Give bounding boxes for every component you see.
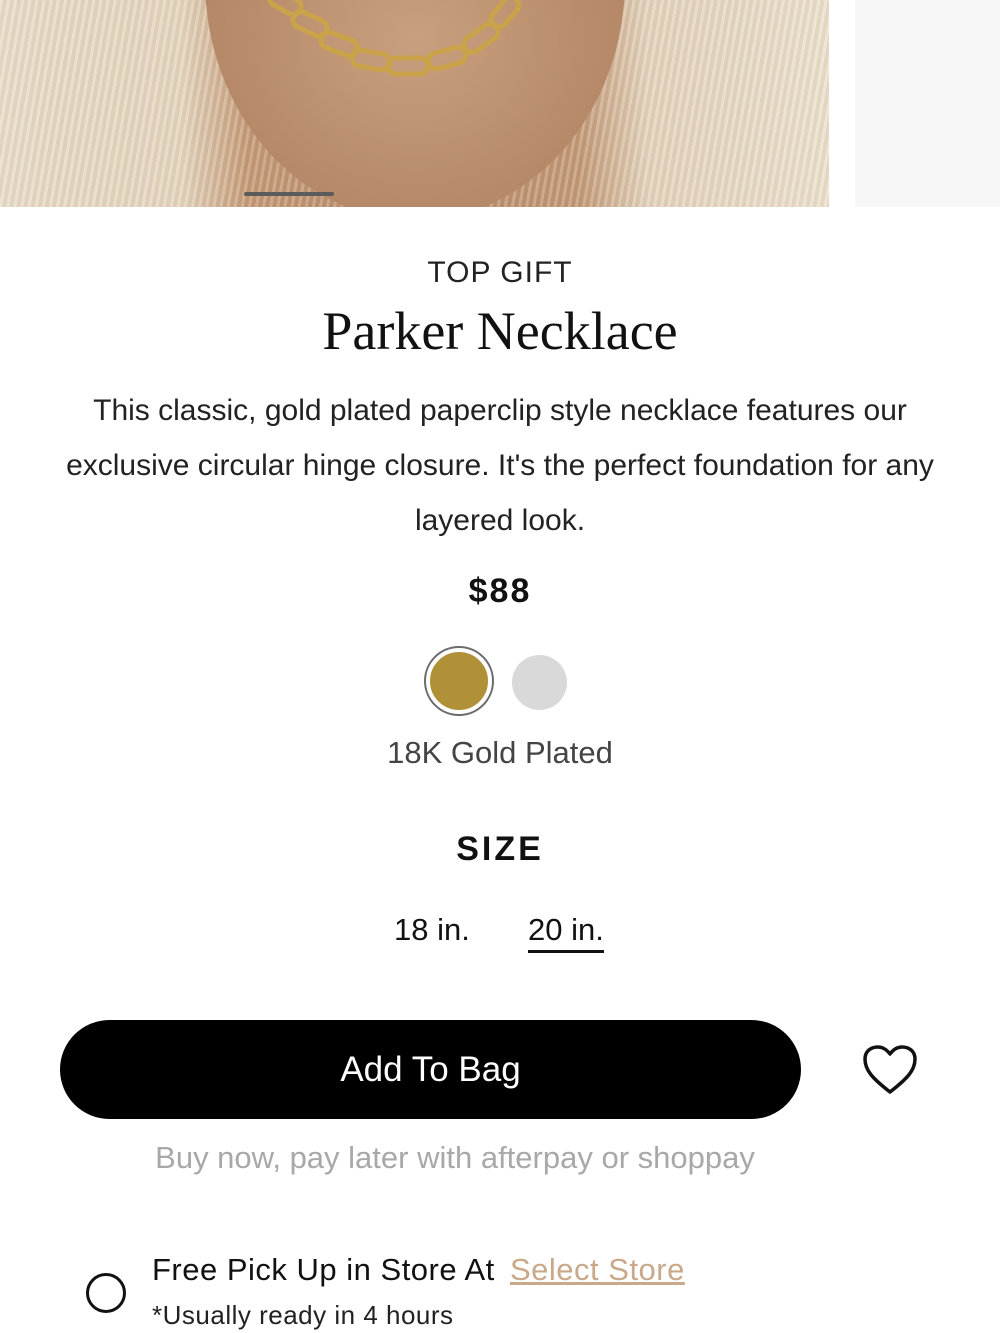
heart-icon[interactable] — [862, 1044, 918, 1096]
swatch-silver[interactable] — [512, 655, 567, 710]
product-description: This classic, gold plated paperclip styl… — [66, 394, 934, 537]
pickup-label: Free Pick Up in Store At — [152, 1252, 495, 1287]
product-price: $88 — [468, 572, 532, 610]
finish-label: 18K Gold Plated — [387, 735, 613, 770]
product-title: Parker Necklace — [322, 301, 678, 361]
product-image[interactable] — [0, 0, 829, 207]
carousel-indicator[interactable] — [244, 192, 334, 196]
pickup-note: *Usually ready in 4 hours — [152, 1300, 454, 1330]
swatch-gold[interactable] — [426, 648, 492, 714]
necklace-chain-illustration — [266, 0, 522, 77]
payment-note: Buy now, pay later with afterpay or shop… — [155, 1140, 755, 1175]
next-image-thumbnail[interactable] — [855, 0, 1000, 207]
size-heading: SIZE — [456, 830, 544, 868]
size-option-20[interactable]: 20 in. — [528, 912, 604, 953]
size-option-18[interactable]: 18 in. — [394, 912, 470, 948]
select-store-link[interactable]: Select Store — [510, 1252, 685, 1288]
add-to-bag-button[interactable]: Add To Bag — [60, 1020, 801, 1119]
product-eyebrow: TOP GIFT — [427, 256, 573, 289]
pickup-radio[interactable] — [86, 1273, 126, 1313]
